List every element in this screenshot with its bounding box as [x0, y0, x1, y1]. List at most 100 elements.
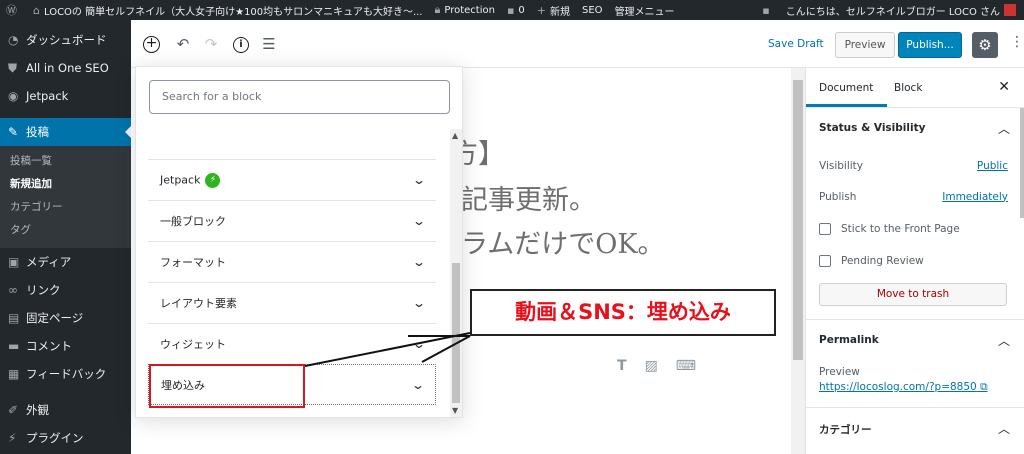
save-draft-button[interactable]: Save Draft	[768, 38, 824, 50]
title-line-2[interactable]: 記事更新。	[461, 178, 596, 217]
sidebar-item-media[interactable]: ▣ メディア	[0, 248, 131, 276]
redo-icon[interactable]: ↷	[201, 34, 221, 54]
sidebar-item-comments[interactable]: ▬ コメント	[0, 332, 131, 360]
admin-bar-site[interactable]: ⌂ LOCOの 簡単セルフネイル（大人女子向け★100均もサロンマニキュアも大好き…	[33, 3, 423, 18]
inserter-scrollbar[interactable]: ▲ ▼	[450, 129, 462, 417]
submenu-tags[interactable]: タグ	[0, 219, 131, 242]
block-search-input[interactable]: Search for a block	[149, 80, 450, 114]
keyboard-icon[interactable]: ⌨	[676, 358, 696, 374]
pending-row[interactable]: Pending Review	[806, 246, 1024, 276]
add-block-icon[interactable]: +	[143, 36, 160, 53]
more-options-icon[interactable]: ⋮	[1010, 34, 1024, 50]
admin-bar-protection[interactable]: 🔒︎ Protection	[435, 3, 495, 17]
posts-submenu: 投稿一覧 新規追加 カテゴリー タグ	[0, 146, 131, 248]
submenu-add-new[interactable]: 新規追加	[0, 173, 131, 196]
preview-button[interactable]: Preview	[835, 32, 895, 58]
comment-bubble-icon: ▪	[506, 3, 515, 17]
close-icon[interactable]: ✕	[998, 79, 1010, 95]
admin-bar-comments[interactable]: ▪ 0	[507, 4, 525, 17]
settings-sidebar: Document Block ✕ Status & Visibility ︿ V…	[805, 68, 1024, 454]
wordpress-icon: Ⓦ	[6, 4, 17, 17]
quick-insert-tools: T ▨ ⌨	[617, 358, 696, 374]
move-to-trash-button[interactable]: Move to trash	[819, 283, 1007, 306]
sidebar-item-pages[interactable]: ▤ 固定ページ	[0, 304, 131, 332]
permalink-url: https://locoslog.com/?p=8850	[819, 381, 977, 393]
panel-common-blocks[interactable]: 一般ブロック ⌄	[148, 200, 436, 241]
sidebar-item-label: プラグイン	[26, 431, 84, 445]
submenu-categories[interactable]: カテゴリー	[0, 196, 131, 219]
sidebar-item-aioseo[interactable]: ⛊ All in One SEO	[0, 54, 131, 82]
section-title: Status & Visibility	[819, 122, 926, 134]
settings-gear-icon[interactable]: ⚙	[972, 32, 998, 58]
settings-tabs: Document Block ✕	[805, 68, 1024, 108]
visibility-label: Visibility	[819, 159, 864, 172]
appearance-icon: ✐	[8, 403, 19, 417]
wordpress-logo[interactable]: Ⓦ	[6, 2, 21, 18]
comment-icon: ▬	[8, 339, 20, 353]
inserter-scrollbar-thumb[interactable]	[452, 263, 460, 403]
admin-bar-greeting[interactable]: こんにちは、セルフネイルブロガー LOCO さん	[786, 3, 1000, 18]
sidebar-item-label: フィードバック	[26, 367, 107, 381]
canvas-scrollbar-thumb[interactable]	[793, 80, 803, 360]
publish-button[interactable]: Publish...	[898, 32, 962, 58]
sidebar-item-dashboard[interactable]: ◔ ダッシュボード	[0, 26, 131, 54]
sidebar-item-feedback[interactable]: ▦ フィードバック	[0, 360, 131, 388]
title-line-3[interactable]: ラムだけでOK。	[461, 222, 665, 261]
admin-bar-new[interactable]: + 新規	[537, 3, 570, 18]
category-heading[interactable]: カテゴリー ︿	[806, 408, 1024, 450]
visibility-row: Visibility Public	[806, 150, 1024, 181]
dashboard-icon: ◔	[8, 33, 19, 47]
permalink-heading[interactable]: Permalink ︿	[806, 320, 1024, 362]
pending-checkbox[interactable]	[819, 255, 831, 267]
sticky-checkbox[interactable]	[819, 223, 831, 235]
section-title: Permalink	[819, 334, 879, 346]
section-title: カテゴリー	[819, 424, 872, 436]
sticky-row[interactable]: Stick to the Front Page	[806, 212, 1024, 246]
panel-jetpack[interactable]: Jetpack ⚡︎ ⌄	[148, 159, 436, 200]
sidebar-item-links[interactable]: ∞ リンク	[0, 276, 131, 304]
scroll-up-icon[interactable]: ▲	[452, 131, 458, 140]
status-visibility-heading[interactable]: Status & Visibility ︿	[806, 108, 1024, 150]
jetpack-icon: ◉	[8, 89, 19, 103]
tab-block[interactable]: Block	[894, 82, 922, 94]
heading-block-icon[interactable]: T	[617, 358, 627, 374]
visibility-value-link[interactable]: Public	[977, 160, 1008, 172]
sidebar-item-appearance[interactable]: ✐ 外観	[0, 396, 131, 424]
avatar[interactable]	[1004, 4, 1016, 16]
permalink-url-link[interactable]: https://locoslog.com/?p=8850 ⧉	[806, 378, 1024, 397]
sidebar-item-posts[interactable]: ✎ 投稿	[0, 118, 131, 146]
chevron-down-icon: ⌄	[410, 377, 426, 392]
submenu-all-posts[interactable]: 投稿一覧	[0, 150, 131, 173]
info-icon[interactable]: i	[233, 37, 249, 53]
panel-layout[interactable]: レイアウト要素 ⌄	[148, 282, 436, 323]
publish-row: Publish Immediately	[806, 181, 1024, 212]
admin-bar-seo[interactable]: SEO	[582, 5, 603, 16]
publish-date-link[interactable]: Immediately	[942, 191, 1008, 203]
panel-widgets[interactable]: ウィジェット ⌄	[148, 323, 436, 364]
sidebar-item-label: 投稿	[26, 125, 49, 139]
image-block-icon[interactable]: ▨	[645, 358, 658, 374]
admin-bar-admin-menu[interactable]: 管理メニュー	[615, 3, 675, 18]
sidebar-item-label: メディア	[26, 255, 72, 269]
sidebar-item-jetpack[interactable]: ◉ Jetpack	[0, 82, 131, 110]
scroll-down-icon[interactable]: ▼	[452, 406, 458, 415]
panel-formatting[interactable]: フォーマット ⌄	[148, 241, 436, 282]
chevron-down-icon: ⌄	[411, 337, 427, 351]
sidebar-item-plugins[interactable]: ⚡︎ プラグイン	[0, 424, 131, 452]
editor-header: + ↶ ↷ i ☰ Save Draft Preview Publish... …	[131, 20, 1024, 68]
protection-label: Protection	[444, 4, 495, 16]
sticky-label: Stick to the Front Page	[841, 223, 960, 235]
new-label: 新規	[550, 6, 571, 18]
panel-label: フォーマット	[160, 256, 226, 269]
admin-bar-updates[interactable]: ▪	[762, 4, 773, 17]
settings-scrollbar[interactable]	[1020, 108, 1024, 218]
outline-icon[interactable]: ☰	[259, 34, 279, 54]
canvas-scrollbar[interactable]	[791, 68, 805, 454]
plugin-icon: ⚡︎	[8, 431, 17, 445]
permalink-preview-label: Preview	[819, 366, 860, 378]
undo-icon[interactable]: ↶	[173, 34, 193, 54]
tab-document[interactable]: Document	[805, 82, 888, 107]
sidebar-item-label: リンク	[26, 283, 61, 297]
jetpack-bolt-icon: ⚡︎	[205, 172, 221, 188]
page-icon: ▤	[8, 311, 20, 325]
